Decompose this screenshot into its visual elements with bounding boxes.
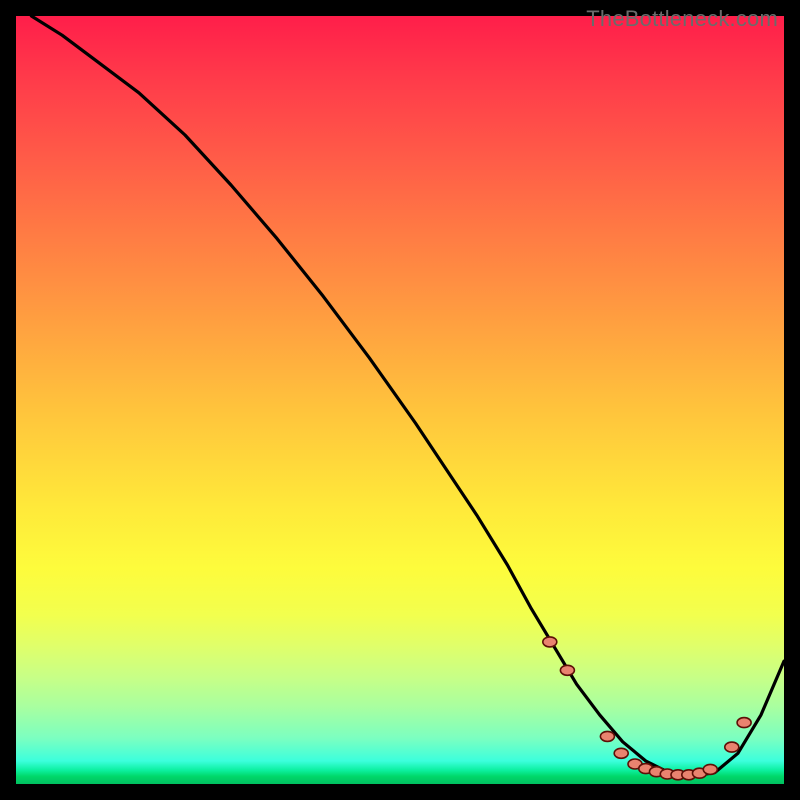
curve-marker xyxy=(737,718,751,728)
curve-marker xyxy=(600,731,614,741)
chart-frame: TheBottleneck.com xyxy=(0,0,800,800)
curve-marker xyxy=(725,742,739,752)
curve-marker xyxy=(543,637,557,647)
curve-marker xyxy=(614,748,628,758)
chart-svg xyxy=(16,16,784,784)
watermark-text: TheBottleneck.com xyxy=(586,6,778,32)
curve-marker xyxy=(560,665,574,675)
curve-markers xyxy=(543,637,751,780)
chart-plot-area xyxy=(16,16,784,784)
curve-marker xyxy=(703,764,717,774)
curve-line xyxy=(31,16,784,776)
